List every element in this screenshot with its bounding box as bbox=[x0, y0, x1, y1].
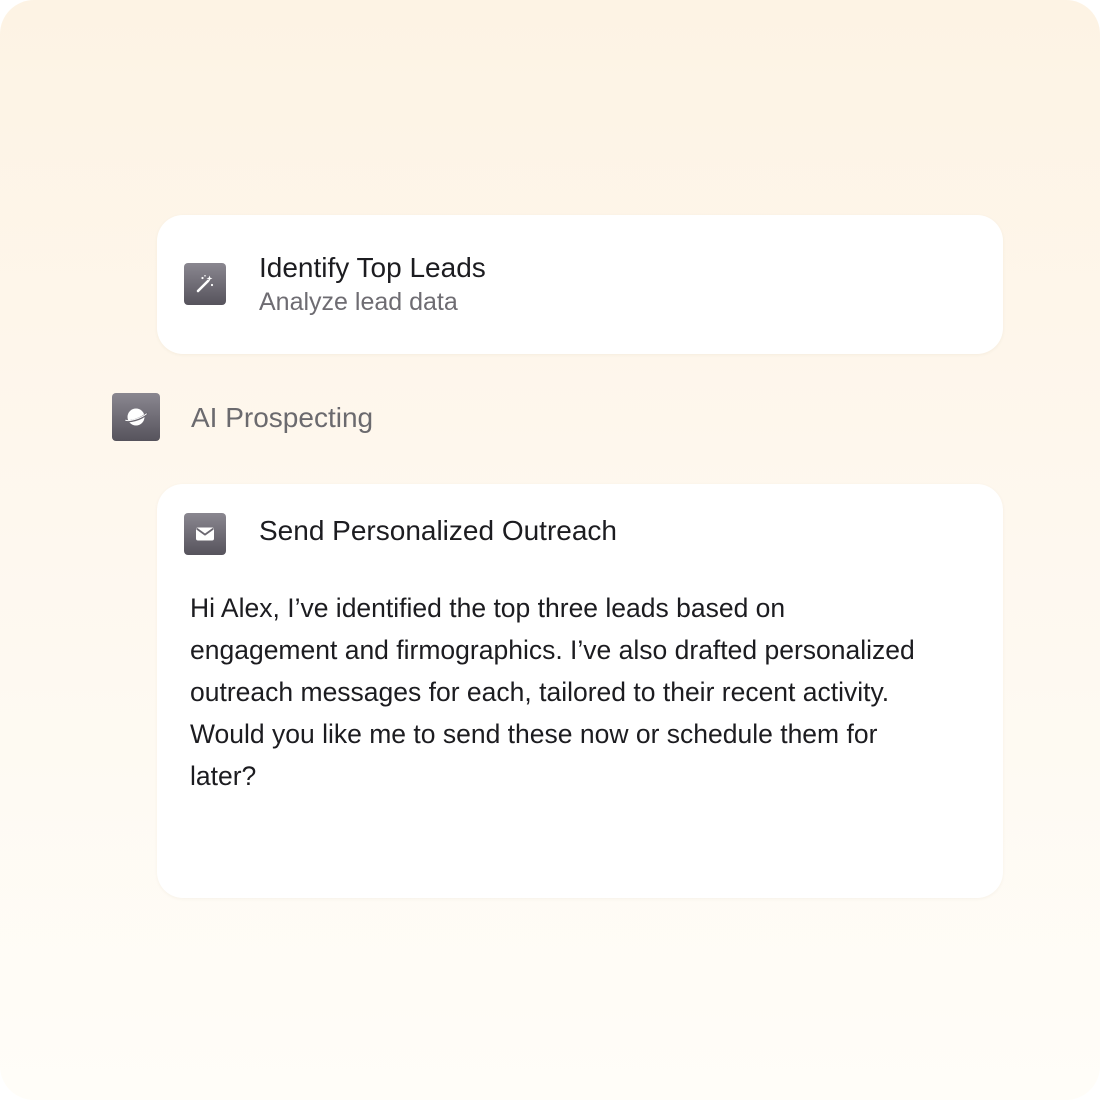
agent-label: AI Prospecting bbox=[191, 402, 374, 433]
planet-icon bbox=[112, 393, 160, 441]
task-card-identify-top-leads[interactable]: Identify Top Leads Analyze lead data bbox=[157, 215, 1003, 354]
task-subtitle: Analyze lead data bbox=[259, 288, 458, 316]
task-title: Identify Top Leads bbox=[259, 252, 486, 283]
outreach-card[interactable]: Send Personalized Outreach Hi Alex, I’ve… bbox=[157, 484, 1003, 898]
canvas: Identify Top Leads Analyze lead data AI … bbox=[0, 0, 1100, 1100]
magic-wand-icon bbox=[184, 263, 226, 305]
outreach-message: Hi Alex, I’ve identified the top three l… bbox=[190, 593, 915, 791]
mail-icon bbox=[184, 513, 226, 555]
outreach-title: Send Personalized Outreach bbox=[259, 515, 617, 546]
